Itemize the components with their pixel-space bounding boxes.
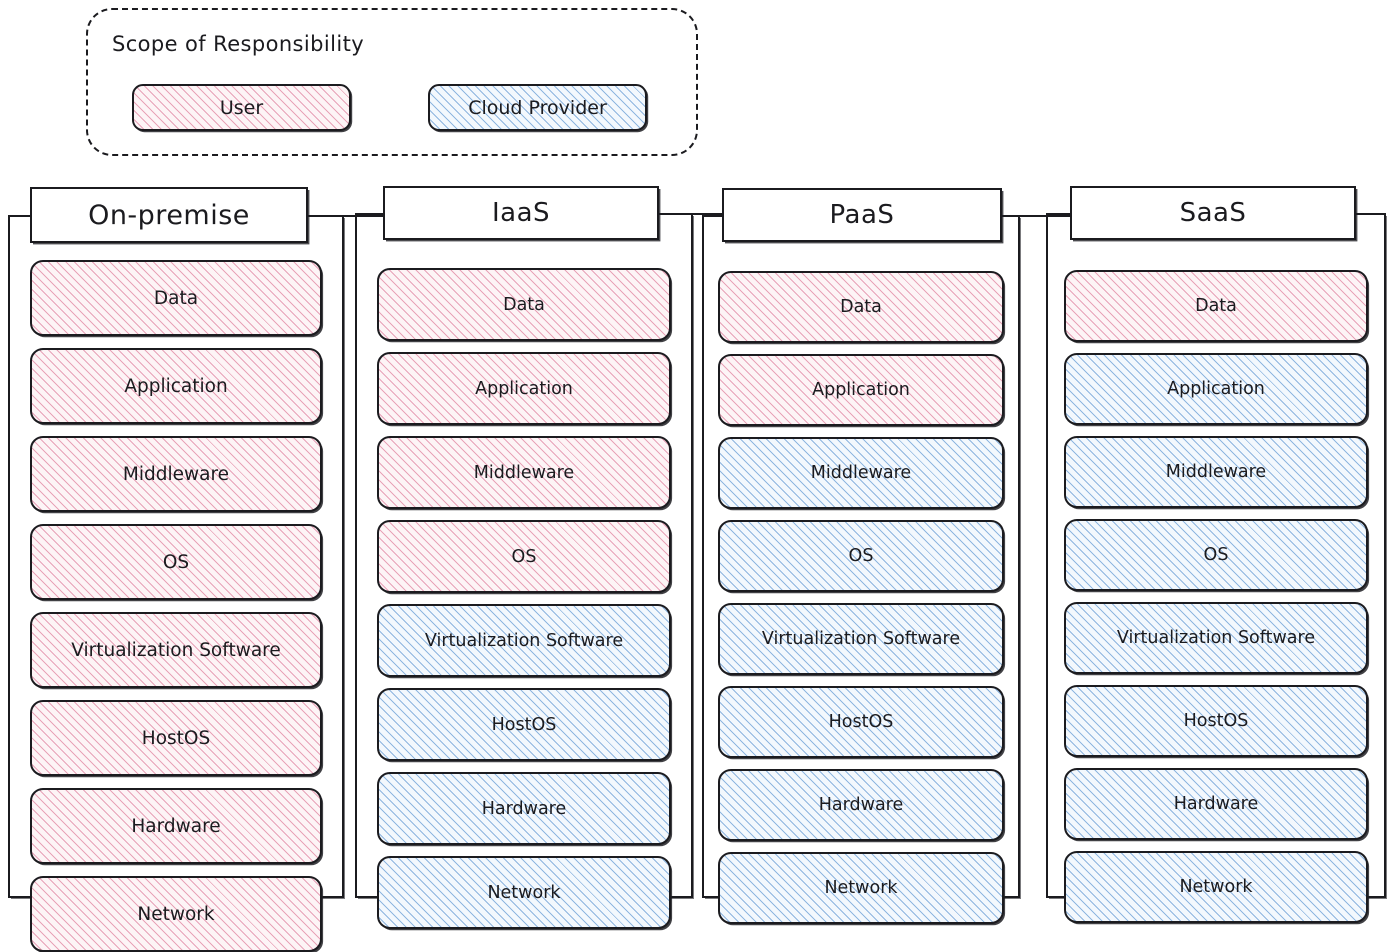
layer-box[interactable]: Application [30,348,322,424]
layer-label: Virtualization Software [1116,628,1316,648]
layer-label: Data [1195,296,1237,316]
layer-box[interactable]: OS [718,520,1004,592]
layer-label: Application [475,378,573,399]
layer-box[interactable]: OS [30,524,322,600]
column-connector [308,215,383,217]
column-header-paas[interactable]: PaaS [722,188,1002,242]
layer-label: OS [848,546,874,566]
layer-box[interactable]: Middleware [1064,436,1368,508]
column-header-on-premise[interactable]: On-premise [30,187,308,243]
layer-label: OS [511,546,537,567]
layer-box[interactable]: Data [1064,270,1368,342]
layer-box[interactable]: HostOS [718,686,1004,758]
column-header-iaas[interactable]: IaaS [383,186,659,240]
layer-box[interactable]: Hardware [30,788,322,864]
layer-box[interactable]: Virtualization Software [1064,602,1368,674]
layer-label: Application [1167,379,1265,399]
layer-box[interactable]: Middleware [377,436,671,509]
layer-box[interactable]: Application [718,354,1004,426]
layer-box[interactable]: Hardware [1064,768,1368,840]
layer-box[interactable]: Network [377,856,671,929]
layer-box[interactable]: Middleware [30,436,322,512]
layer-box[interactable]: Network [30,876,322,952]
column-title: IaaS [491,198,551,228]
layer-box[interactable]: Data [377,268,671,341]
column-header-saas[interactable]: SaaS [1070,186,1356,240]
column-title: On-premise [88,199,250,231]
layer-box[interactable]: Application [1064,353,1368,425]
layer-label: Virtualization Software [761,629,961,649]
layer-box[interactable]: HostOS [377,688,671,761]
layer-box[interactable]: OS [1064,519,1368,591]
layer-box[interactable]: Network [718,852,1004,924]
layer-label: Application [812,380,910,400]
column-title: PaaS [829,200,895,230]
layer-label: Middleware [473,462,575,483]
layer-label: HostOS [828,712,894,732]
layer-box[interactable]: Middleware [718,437,1004,509]
layer-label: Application [124,375,228,397]
layer-label: Middleware [122,463,230,485]
layer-box[interactable]: Data [718,271,1004,343]
layer-label: Data [840,297,882,317]
layer-label: Middleware [1165,462,1267,482]
layer-label: HostOS [491,714,557,735]
layer-box[interactable]: Virtualization Software [30,612,322,688]
column-connector [1002,215,1070,217]
column-connector [659,213,722,215]
layer-label: Network [1179,877,1253,897]
layer-label: OS [162,551,190,573]
layer-box[interactable]: Hardware [377,772,671,845]
layer-box[interactable]: Data [30,260,322,336]
layer-box[interactable]: OS [377,520,671,593]
layer-label: Middleware [810,463,912,483]
layer-box[interactable]: HostOS [30,700,322,776]
layer-box[interactable]: Virtualization Software [377,604,671,677]
layer-box[interactable]: Network [1064,851,1368,923]
responsibility-matrix: On-premise Data Application Middleware OS Vir… [0,0,1400,952]
layer-label: Virtualization Software [424,630,624,651]
layer-label: HostOS [141,727,211,749]
layer-label: Hardware [481,798,567,819]
layer-label: Data [153,287,199,309]
layer-label: Hardware [818,795,904,815]
layer-box[interactable]: Virtualization Software [718,603,1004,675]
layer-label: HostOS [1183,711,1249,731]
column-title: SaaS [1179,198,1247,228]
layer-label: Hardware [131,815,221,837]
layer-box[interactable]: HostOS [1064,685,1368,757]
layer-label: Virtualization Software [71,639,281,661]
layer-label: Data [503,294,545,315]
layer-label: Hardware [1173,794,1259,814]
layer-label: Network [487,882,561,903]
layer-label: Network [824,878,898,898]
layer-box[interactable]: Hardware [718,769,1004,841]
layer-box[interactable]: Application [377,352,671,425]
layer-label: Network [137,903,215,925]
layer-label: OS [1203,545,1229,565]
